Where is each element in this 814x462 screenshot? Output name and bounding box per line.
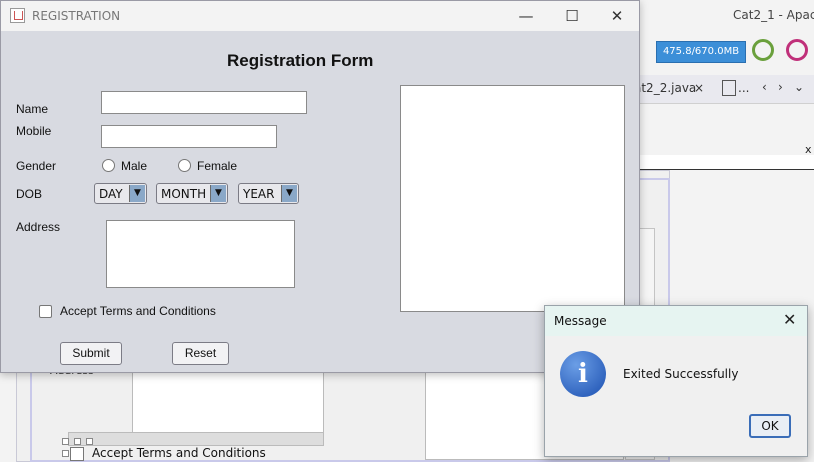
window-title: REGISTRATION	[32, 9, 121, 23]
designer-checkbox	[70, 447, 84, 461]
chevron-down-icon[interactable]: ▼	[129, 185, 145, 202]
editor-tab-label[interactable]: at2_2.java	[634, 81, 696, 95]
chevron-down-icon[interactable]: ▼	[281, 185, 297, 202]
chevron-down-icon[interactable]: ⌄	[794, 80, 804, 94]
chevron-right-icon[interactable]: ›	[778, 80, 783, 94]
dob-day-select[interactable]: DAY ▼	[94, 183, 147, 204]
info-icon: i	[560, 351, 606, 397]
title-bar[interactable]: REGISTRATION — ☐ ✕	[1, 1, 639, 31]
maximize-button[interactable]: ☐	[550, 5, 594, 27]
tab-overflow[interactable]: ...	[738, 81, 749, 95]
designer-address-area	[132, 372, 324, 434]
dob-year-select[interactable]: YEAR ▼	[238, 183, 299, 204]
ok-button[interactable]: OK	[749, 414, 791, 438]
close-button[interactable]: ✕	[595, 5, 639, 27]
panel-close-icon[interactable]: x	[805, 143, 812, 156]
ide-window-title: Cat2_1 - Apach	[733, 8, 814, 22]
dob-month-select[interactable]: MONTH ▼	[156, 183, 228, 204]
selection-handle[interactable]	[62, 438, 69, 445]
mobile-label: Mobile	[16, 124, 52, 138]
ide-output-panel	[640, 155, 814, 170]
designer-accept-label: Accept Terms and Conditions	[92, 446, 266, 460]
dob-day-value: DAY	[99, 187, 123, 201]
form-heading: Registration Form	[227, 51, 374, 70]
selection-handle[interactable]	[86, 438, 93, 445]
profile-icon[interactable]	[786, 39, 808, 61]
accept-terms-checkbox[interactable]	[39, 305, 52, 318]
reset-button[interactable]: Reset	[172, 342, 229, 365]
output-display-area[interactable]	[400, 85, 625, 312]
minimize-button[interactable]: —	[504, 5, 548, 27]
java-app-icon	[10, 8, 25, 23]
address-label: Address	[16, 220, 61, 234]
dob-label: DOB	[16, 187, 43, 201]
dob-month-value: MONTH	[161, 187, 207, 201]
dialog-title-bar[interactable]: Message ✕	[545, 306, 807, 336]
address-textarea[interactable]	[106, 220, 295, 288]
selection-handle[interactable]	[62, 450, 69, 457]
mobile-input[interactable]	[101, 125, 277, 148]
dialog-title: Message	[554, 314, 607, 328]
garbage-collect-icon[interactable]	[752, 39, 774, 61]
gender-female-label: Female	[197, 159, 238, 173]
chevron-left-icon[interactable]: ‹	[762, 80, 767, 94]
dialog-close-button[interactable]: ✕	[783, 310, 796, 329]
selection-handle[interactable]	[74, 438, 81, 445]
editor-tab-close-icon[interactable]: ×	[694, 81, 704, 95]
message-dialog: Message ✕ i Exited Successfully OK	[544, 305, 808, 457]
submit-button[interactable]: Submit	[60, 342, 122, 365]
ide-editor-tabs: at2_2.java × ... ‹ › ⌄	[630, 75, 814, 104]
designer-bar	[68, 432, 324, 446]
gender-label: Gender	[16, 159, 57, 173]
accept-terms-label: Accept Terms and Conditions	[60, 304, 216, 318]
gender-male-label: Male	[121, 159, 148, 173]
dialog-message: Exited Successfully	[623, 367, 739, 381]
gender-male-radio[interactable]	[102, 159, 115, 172]
name-input[interactable]	[101, 91, 307, 114]
memory-indicator[interactable]: 475.8/670.0MB	[656, 41, 746, 63]
gender-female-radio[interactable]	[178, 159, 191, 172]
name-label: Name	[16, 102, 49, 116]
chevron-down-icon[interactable]: ▼	[210, 185, 226, 202]
dob-year-value: YEAR	[243, 187, 275, 201]
document-icon	[722, 80, 736, 96]
